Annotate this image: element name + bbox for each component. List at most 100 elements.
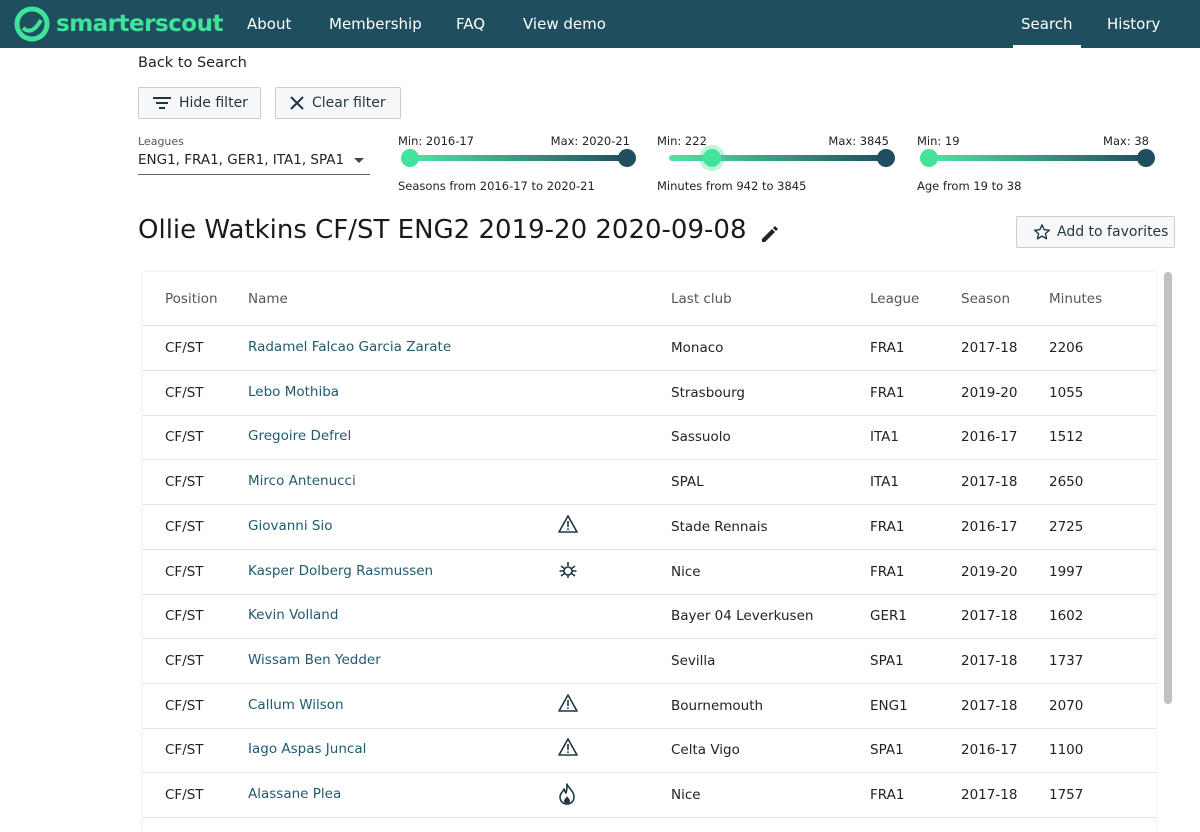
row-player-link[interactable]: Iago Aspas Juncal: [248, 741, 366, 757]
row-minutes: 1602: [1049, 608, 1084, 625]
row-position: CF/ST: [165, 474, 204, 491]
row-last-club: Bayer 04 Leverkusen: [671, 608, 814, 625]
page-title: Ollie Watkins CF/ST ENG2 2019-20 2020-09…: [138, 215, 747, 245]
row-position: CF/ST: [165, 429, 204, 446]
row-last-club: Nice: [671, 787, 701, 803]
row-player-link[interactable]: Lebo Mothiba: [248, 384, 339, 400]
nav-about[interactable]: About: [247, 0, 291, 48]
row-last-club: Celta Vigo: [671, 742, 740, 759]
row-league: ENG1: [870, 697, 908, 714]
row-player-link[interactable]: Giovanni Sio: [248, 518, 332, 534]
seasons-min-handle[interactable]: [401, 149, 419, 167]
col-name[interactable]: Name: [248, 291, 288, 307]
seasons-description: Seasons from 2016-17 to 2020-21: [398, 179, 595, 193]
row-season: 2017-18: [961, 787, 1018, 803]
table-row[interactable]: CF/ST Radamel Falcao Garcia Zarate Monaco F…: [143, 326, 1156, 371]
age-description: Age from 19 to 38: [917, 179, 1022, 193]
leagues-value: ENG1, FRA1, GER1, ITA1, SPA1: [138, 152, 345, 168]
col-position[interactable]: Position: [165, 291, 218, 307]
table-row[interactable]: CF/ST Callum Wilson Bournemouth ENG1 2017-18…: [143, 684, 1156, 729]
table-header: Position Name Last club League Season Mi…: [143, 272, 1156, 326]
row-minutes: 2206: [1049, 340, 1084, 356]
minutes-min-handle[interactable]: [703, 149, 722, 167]
col-season[interactable]: Season: [961, 291, 1010, 307]
row-season: 2017-18: [961, 340, 1018, 356]
minutes-max-label: Max: 3845: [828, 134, 889, 148]
table-row[interactable]: CF/ST Giovanni Sio Stade Rennais FRA1 2016-1…: [143, 505, 1156, 550]
row-player-link[interactable]: Wissam Ben Yedder: [248, 652, 381, 668]
minutes-min-label: Min: 222: [657, 134, 707, 148]
row-player-link[interactable]: Alassane Plea: [248, 786, 341, 802]
brand-logo[interactable]: smarterscout: [14, 6, 223, 42]
row-player-link[interactable]: Callum Wilson: [248, 697, 344, 713]
row-season: 2019-20: [961, 384, 1018, 401]
minutes-track[interactable]: [669, 155, 886, 161]
table-row[interactable]: CF/ST Mirco Antenucci SPAL ITA1 2017-18 2650: [143, 460, 1156, 506]
row-player-link[interactable]: Kevin Volland: [248, 607, 338, 623]
row-minutes: 1737: [1049, 652, 1084, 669]
minutes-max-handle[interactable]: [877, 149, 895, 167]
clear-filter-button[interactable]: Clear filter: [275, 87, 401, 119]
age-slider: Min: 19 Max: 38 Age from 19 to 38: [917, 132, 1155, 196]
leagues-select[interactable]: ENG1, FRA1, GER1, ITA1, SPA1: [138, 150, 370, 175]
nav-faq[interactable]: FAQ: [456, 0, 485, 48]
age-track[interactable]: [929, 155, 1146, 161]
seasons-track[interactable]: [410, 155, 627, 161]
age-min-handle[interactable]: [920, 149, 938, 167]
nav-history[interactable]: History: [1107, 0, 1160, 48]
close-icon: [290, 96, 304, 110]
table-row[interactable]: CF/ST Iago Aspas Juncal Celta Vigo SPA1 2016…: [143, 728, 1156, 774]
row-player-link[interactable]: Mirco Antenucci: [248, 473, 356, 489]
table-row[interactable]: CF/ST Gregoire Defrel Sassuolo ITA1 2016-17 1…: [143, 415, 1156, 461]
table-scrollbar[interactable]: [1163, 272, 1173, 712]
row-minutes: 1757: [1049, 787, 1084, 803]
scrollbar-thumb[interactable]: [1164, 272, 1172, 704]
hide-filter-button[interactable]: Hide filter: [138, 87, 261, 119]
row-last-club: Bournemouth: [671, 697, 764, 714]
row-league: SPA1: [870, 652, 904, 669]
nav-membership[interactable]: Membership: [329, 0, 422, 48]
row-league: FRA1: [870, 787, 905, 803]
row-position: CF/ST: [165, 384, 204, 401]
nav-search[interactable]: Search: [1013, 0, 1081, 48]
row-position: CF/ST: [165, 787, 204, 803]
row-position: CF/ST: [165, 697, 204, 714]
brand-name: smarterscout: [56, 11, 223, 37]
age-max-handle[interactable]: [1137, 149, 1155, 167]
row-last-club: Stade Rennais: [671, 518, 768, 535]
row-league: ITA1: [870, 474, 900, 491]
col-last-club[interactable]: Last club: [671, 291, 732, 307]
row-league: FRA1: [870, 384, 905, 401]
row-minutes: 2650: [1049, 474, 1084, 491]
add-to-favorites-button[interactable]: Add to favorites: [1016, 216, 1175, 248]
row-last-club: Monaco: [671, 340, 724, 356]
row-season: 2016-17: [961, 742, 1018, 759]
back-to-search-link[interactable]: Back to Search: [138, 55, 247, 71]
row-minutes: 1512: [1049, 429, 1084, 446]
results-table: Position Name Last club League Season Mi…: [143, 272, 1156, 832]
row-player-link[interactable]: Kasper Dolberg Rasmussen: [248, 563, 433, 579]
table-row[interactable]: CF/ST Lebo Mothiba Strasbourg FRA1 2019-20 10…: [143, 371, 1156, 416]
pencil-icon[interactable]: [760, 224, 780, 248]
table-row[interactable]: CF/ST Kasper Dolberg Rasmussen Nice FRA1 201…: [143, 550, 1156, 595]
row-player-link[interactable]: Radamel Falcao Garcia Zarate: [248, 339, 451, 355]
seasons-max-label: Max: 2020-21: [550, 134, 630, 148]
nav-view-demo[interactable]: View demo: [523, 0, 606, 48]
seasons-slider: Min: 2016-17 Max: 2020-21 Seasons from 2…: [398, 132, 636, 196]
row-position: CF/ST: [165, 518, 204, 535]
col-league[interactable]: League: [870, 291, 919, 307]
row-player-link[interactable]: Gregoire Defrel: [248, 428, 351, 444]
row-last-club: SPAL: [671, 474, 704, 491]
seasons-max-handle[interactable]: [618, 149, 636, 167]
row-minutes: 2725: [1049, 518, 1084, 535]
row-league: FRA1: [870, 340, 905, 356]
col-minutes[interactable]: Minutes: [1049, 291, 1102, 307]
table-row[interactable]: CF/ST Kevin Volland Bayer 04 Leverkusen GER…: [143, 594, 1156, 640]
row-last-club: Sevilla: [671, 652, 716, 669]
table-row[interactable]: CF/ST Alassane Plea Nice FRA1 2017-18 1757: [143, 773, 1156, 818]
row-position: CF/ST: [165, 608, 204, 625]
table-row[interactable]: CF/ST Wissam Ben Yedder Sevilla SPA1 2017-18…: [143, 639, 1156, 684]
row-minutes: 1055: [1049, 384, 1084, 401]
row-season: 2017-18: [961, 652, 1018, 669]
age-max-label: Max: 38: [1103, 134, 1149, 148]
